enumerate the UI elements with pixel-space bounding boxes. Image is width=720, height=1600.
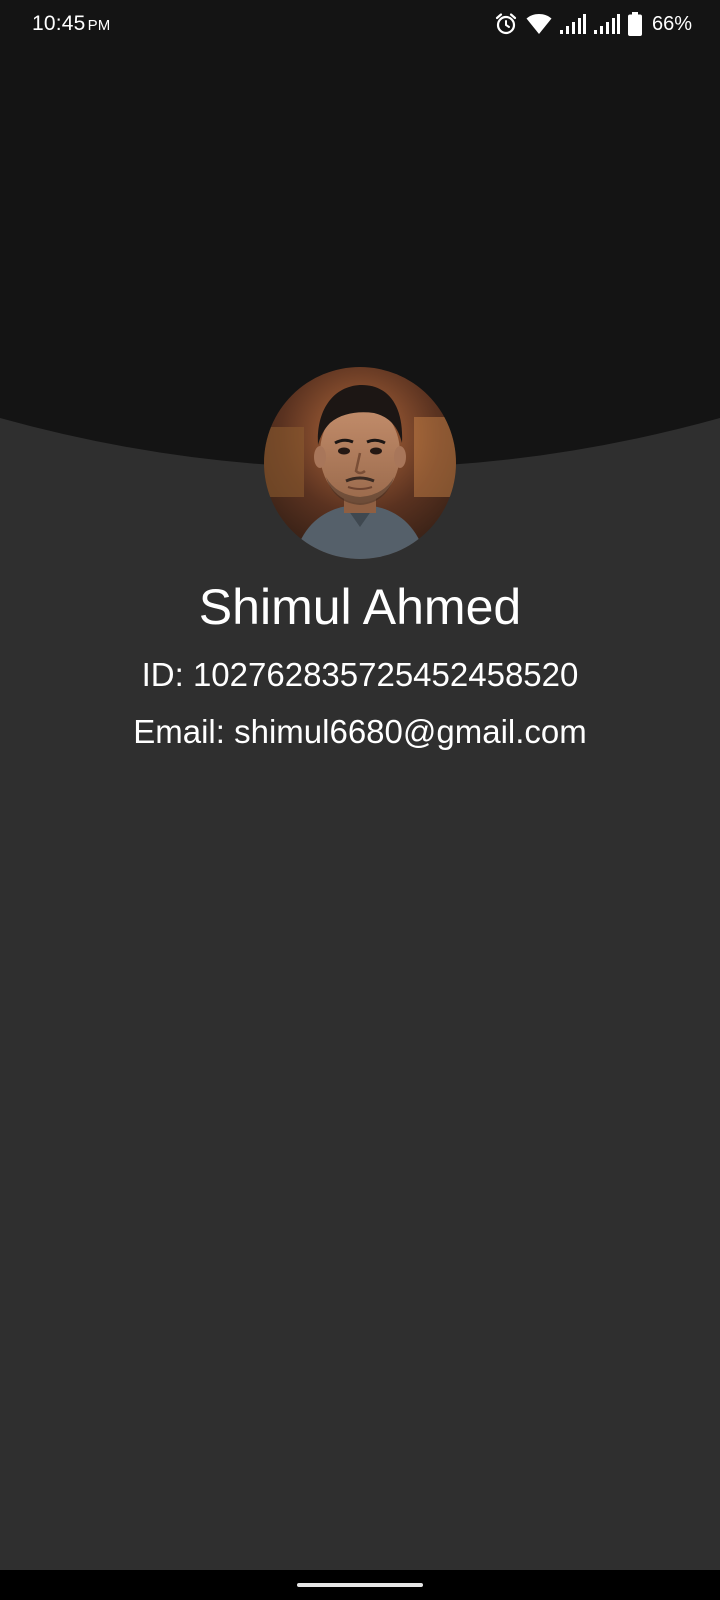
profile-email: Email: shimul6680@gmail.com — [133, 713, 587, 750]
status-icons: 66% — [494, 11, 692, 37]
profile-name: Shimul Ahmed — [198, 579, 522, 635]
profile-id: ID: 102762835725452458520 — [141, 656, 579, 693]
alarm-icon — [494, 12, 518, 36]
status-time-ampm: PM — [87, 17, 111, 34]
wifi-icon — [526, 13, 552, 35]
signal-icon — [593, 14, 620, 34]
status-time: 10:45 PM — [32, 12, 110, 36]
status-time-value: 10:45 — [32, 12, 86, 35]
profile-avatar[interactable] — [264, 367, 456, 559]
home-indicator[interactable] — [297, 1583, 423, 1587]
status-bar: 10:45 PM 66% — [0, 0, 720, 48]
battery-icon — [627, 12, 642, 36]
profile-screen: 10:45 PM 66% Shimul Ahmed ID: 1027628357… — [0, 0, 720, 1600]
signal-icon — [559, 14, 586, 34]
battery-percent: 66% — [651, 12, 692, 35]
navigation-bar — [0, 1570, 720, 1600]
